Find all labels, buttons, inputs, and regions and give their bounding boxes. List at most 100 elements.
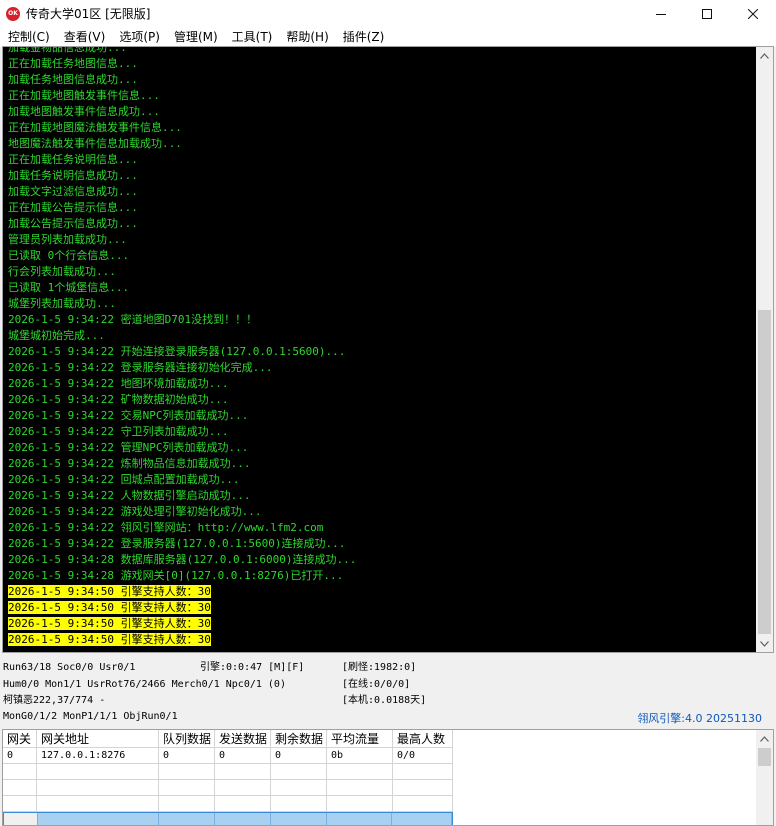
header-queue[interactable]: 队列数据 [159,730,215,747]
table-row-empty[interactable] [3,796,453,812]
log-line: 2026-1-5 9:34:22 翎风引擎网站：http://www.lfm2.… [8,521,324,534]
scroll-down-button[interactable] [756,635,773,652]
selected-cell [159,813,216,825]
log-line: 加载地图触发事件信息成功... [8,105,160,118]
menu-view[interactable]: 查看(V) [59,27,111,47]
empty-cell [393,796,453,811]
log-line: 加载金物品信息成功... [8,47,127,54]
header-max-users[interactable]: 最高人数 [393,730,453,747]
log-line: 地图魔法触发事件信息加载成功... [8,137,182,150]
menu-plugins[interactable]: 插件(Z) [338,27,390,47]
table-row-empty[interactable] [3,764,453,780]
status-run: Run63/18 Soc0/0 Usr0/1 [3,662,136,673]
empty-cell [159,796,215,811]
menu-tools[interactable]: 工具(T) [227,27,278,47]
log-line-highlighted: 2026-1-5 9:34:50 引擎支持人数：30 [8,600,753,616]
header-avg-flow[interactable]: 平均流量 [327,730,393,747]
menu-bar: 控制(C) 查看(V) 选项(P) 管理(M) 工具(T) 帮助(H) 插件(Z… [0,27,776,47]
grid-scrollbar[interactable] [756,730,773,825]
header-gateway[interactable]: 网关 [3,730,37,747]
header-address[interactable]: 网关地址 [37,730,159,747]
log-line-text: 2026-1-5 9:34:50 引擎支持人数：30 [8,585,211,598]
header-sent[interactable]: 发送数据 [215,730,271,747]
table-row-empty[interactable] [3,780,453,796]
cell-queue: 0 [159,748,215,763]
cell-sent: 0 [215,748,271,763]
log-line: 2026-1-5 9:34:22 游戏处理引擎初始化成功... [8,505,262,518]
empty-cell [271,796,327,811]
header-remaining[interactable]: 剩余数据 [271,730,327,747]
log-console[interactable]: 加载金物品信息成功... 正在加载任务地图信息... 加载任务地图信息成功... 正在… [2,46,774,653]
empty-cell [37,780,159,795]
empty-cell [271,780,327,795]
empty-cell [393,780,453,795]
log-line: 正在加载地图触发事件信息... [8,89,160,102]
grid-scroll-thumb[interactable] [758,748,771,766]
cell-remaining: 0 [271,748,327,763]
log-line: 2026-1-5 9:34:22 开始连接登录服务器(127.0.0.1:560… [8,345,346,358]
grid-scroll-up-button[interactable] [756,730,773,747]
empty-cell [327,796,393,811]
grid-header: 网关 网关地址 队列数据 发送数据 剩余数据 平均流量 最高人数 [3,730,453,748]
log-line: 2026-1-5 9:34:28 数据库服务器(127.0.0.1:6000)连… [8,553,357,566]
menu-options[interactable]: 选项(P) [114,27,165,47]
gateway-table: 网关 网关地址 队列数据 发送数据 剩余数据 平均流量 最高人数 0 127.0… [3,730,453,825]
status-mon: MonG0/1/2 MonP1/1/1 ObjRun0/1 [3,711,178,722]
log-line: 2026-1-5 9:34:22 人物数据引擎启动成功... [8,489,251,502]
status-refresh: [刷怪:1982:0] [342,662,417,673]
empty-cell [215,764,271,779]
table-row[interactable]: 0 127.0.0.1:8276 0 0 0 0b 0/0 [3,748,453,764]
chevron-up-icon [760,735,769,742]
log-line: 正在加载公告提示信息... [8,201,138,214]
empty-cell [327,764,393,779]
status-hum: Hum0/0 Mon1/1 UsrRot76/2466 Merch0/1 Npc… [3,679,286,690]
log-line: 2026-1-5 9:34:22 密道地图D701没找到！！！ [8,313,258,326]
log-line-text: 2026-1-5 9:34:50 引擎支持人数：30 [8,633,211,646]
log-line: 2026-1-5 9:34:28 游戏网关[0](127.0.0.1:8276)… [8,569,344,582]
log-line: 2026-1-5 9:34:22 地图环境加载成功... [8,377,229,390]
scroll-thumb[interactable] [758,310,771,634]
minimize-button[interactable] [638,0,684,27]
empty-cell [37,764,159,779]
selected-cell [392,813,452,825]
log-line: 加载任务地图信息成功... [8,73,138,86]
log-line: 城堡城初始完成... [8,329,105,342]
menu-control[interactable]: 控制(C) [3,27,55,47]
empty-cell [159,764,215,779]
maximize-button[interactable] [684,0,730,27]
log-line: 2026-1-5 9:34:22 登录服务器(127.0.0.1:5600)连接… [8,537,346,550]
log-line: 2026-1-5 9:34:22 守卫列表加载成功... [8,425,229,438]
log-scrollbar[interactable] [756,47,773,652]
selected-cell [38,813,160,825]
selected-cell [215,813,271,825]
menu-manage[interactable]: 管理(M) [169,27,223,47]
chevron-up-icon [760,52,769,59]
app-logo-icon[interactable]: OK [6,6,20,21]
title-bar[interactable]: OK 传奇大学01区 [无限版] [0,0,776,27]
empty-cell [3,796,37,811]
close-button[interactable] [730,0,776,27]
log-line-highlighted: 2026-1-5 9:34:50 引擎支持人数：30 [8,584,753,600]
empty-cell [271,764,327,779]
log-line: 行会列表加载成功... [8,265,116,278]
cell-avg-flow: 0b [327,748,393,763]
scroll-up-button[interactable] [756,47,773,64]
gateway-grid[interactable]: 网关 网关地址 队列数据 发送数据 剩余数据 平均流量 最高人数 0 127.0… [2,729,774,826]
empty-cell [327,780,393,795]
log-line: 已读取 0个行会信息... [8,249,130,262]
log-line: 2026-1-5 9:34:22 管理NPC列表加载成功... [8,441,249,454]
log-line: 正在加载任务说明信息... [8,153,138,166]
empty-cell [393,764,453,779]
maximize-icon [702,8,712,19]
window-title: 传奇大学01区 [无限版] [26,7,151,21]
cell-gateway: 0 [3,748,37,763]
empty-cell [215,796,271,811]
engine-version: 翎风引擎:4.0 20251130 [637,712,762,725]
window-controls [638,0,776,27]
selected-row[interactable] [3,812,453,825]
status-panel: Run63/18 Soc0/0 Usr0/1 引擎:0:0:47 [M][F] … [0,656,776,728]
cell-max-users: 0/0 [393,748,453,763]
log-line: 2026-1-5 9:34:22 登录服务器连接初始化完成... [8,361,273,374]
menu-help[interactable]: 帮助(H) [281,27,333,47]
log-line: 2026-1-5 9:34:22 炼制物品信息加载成功... [8,457,251,470]
